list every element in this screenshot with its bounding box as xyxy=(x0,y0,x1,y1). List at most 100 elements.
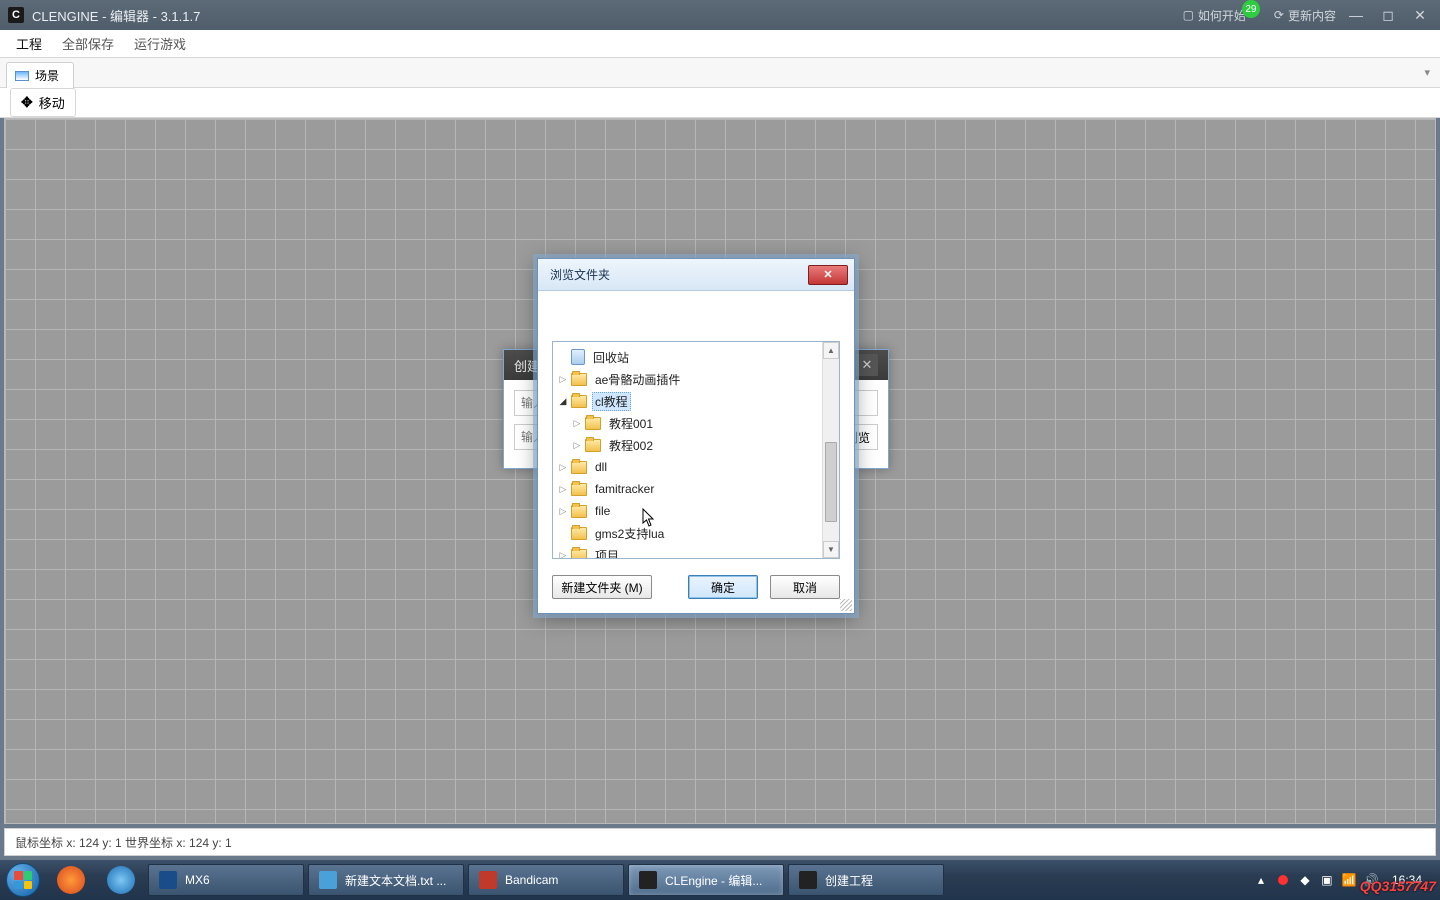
tree-item[interactable]: ▷ 项目 xyxy=(553,544,839,559)
taskbar-item[interactable]: Bandicam xyxy=(468,864,624,896)
tree-item[interactable]: ▷教程002 xyxy=(553,434,839,456)
close-button[interactable]: ✕ xyxy=(1408,7,1432,24)
taskbar-item[interactable]: MX6 xyxy=(148,864,304,896)
tab-label: 场景 xyxy=(35,67,59,84)
tree-item[interactable]: 回收站 xyxy=(553,346,839,368)
task-label: 创建工程 xyxy=(825,872,873,889)
task-icon xyxy=(799,871,817,889)
scroll-up-button[interactable]: ▲ xyxy=(823,342,839,359)
new-folder-button[interactable]: 新建文件夹 (M) xyxy=(552,575,652,599)
expand-arrow-icon[interactable]: ▷ xyxy=(557,462,569,473)
scroll-down-button[interactable]: ▼ xyxy=(823,541,839,558)
help-button[interactable]: ▢ 如何开始 29 xyxy=(1183,6,1260,24)
tray-network-icon[interactable]: 📶 xyxy=(1340,871,1358,889)
ie-icon xyxy=(107,866,135,894)
folder-tree: 回收站▷ae骨骼动画插件◢cl教程▷教程001▷教程002▷dll▷famitr… xyxy=(552,341,840,559)
task-icon xyxy=(639,871,657,889)
tray-up-icon[interactable]: ▴ xyxy=(1252,871,1270,889)
tree-item-label: gms2支持lua xyxy=(592,524,667,543)
browse-dialog-close-button[interactable]: ✕ xyxy=(808,265,848,285)
update-button[interactable]: ⟳ 更新内容 xyxy=(1274,7,1336,24)
watermark: QQ3157747 xyxy=(1360,878,1436,894)
resize-grip-icon[interactable] xyxy=(840,599,852,611)
folder-icon xyxy=(585,439,601,452)
recycle-bin-icon xyxy=(571,349,585,365)
taskbar-item[interactable]: CLEngine - 编辑... xyxy=(628,864,784,896)
create-dialog-close-button[interactable]: ✕ xyxy=(856,354,878,376)
taskbar: MX6 新建文本文档.txt ... Bandicam CLEngine - 编辑..… xyxy=(0,860,1440,900)
tree-item[interactable]: ▷ file xyxy=(553,500,839,522)
minimize-button[interactable]: — xyxy=(1344,7,1368,23)
tab-scene[interactable]: 场景 xyxy=(6,62,74,88)
cancel-button[interactable]: 取消 xyxy=(770,575,840,599)
folder-icon xyxy=(571,373,587,386)
expand-arrow-icon[interactable]: ▷ xyxy=(557,484,569,495)
tree-item-label: 回收站 xyxy=(590,348,632,367)
folder-icon xyxy=(571,461,587,474)
tree-item[interactable]: ▷ famitracker xyxy=(553,478,839,500)
tree-item[interactable]: ▷ dll xyxy=(553,456,839,478)
expand-arrow-icon[interactable]: ▷ xyxy=(557,550,569,560)
app-logo-icon: C xyxy=(8,7,24,23)
tree-item-label: cl教程 xyxy=(592,392,631,411)
task-icon xyxy=(159,871,177,889)
move-icon: ✥ xyxy=(21,94,33,111)
tree-item-label: 项目 xyxy=(592,546,622,560)
task-label: MX6 xyxy=(185,873,210,887)
status-text: 鼠标坐标 x: 124 y: 1 世界坐标 x: 124 y: 1 xyxy=(15,834,232,851)
tree-item-label: file xyxy=(592,503,613,519)
scene-icon xyxy=(15,71,29,81)
tray-record-icon[interactable] xyxy=(1274,871,1292,889)
tree-item-label: ae骨骼动画插件 xyxy=(592,370,683,389)
refresh-icon: ⟳ xyxy=(1274,8,1284,22)
expand-arrow-icon[interactable]: ▷ xyxy=(557,374,569,385)
pinned-firefox[interactable] xyxy=(46,860,96,900)
expand-arrow-icon[interactable]: ▷ xyxy=(571,418,583,429)
tree-item[interactable]: ▷ 教程001 xyxy=(553,412,839,434)
ok-button[interactable]: 确定 xyxy=(688,575,758,599)
task-label: 新建文本文档.txt ... xyxy=(345,872,446,889)
tray-icon-1[interactable]: ◆ xyxy=(1296,871,1314,889)
menu-save-all[interactable]: 全部保存 xyxy=(52,30,124,57)
expand-arrow-icon[interactable]: ▷ xyxy=(557,506,569,517)
firefox-icon xyxy=(57,866,85,894)
folder-icon xyxy=(571,505,587,518)
browse-folder-dialog: 浏览文件夹 ✕ 回收站▷ae骨骼动画插件◢cl教程▷教程001▷教程002▷dl… xyxy=(537,258,855,614)
tree-item-label: 教程001 xyxy=(606,414,656,433)
menu-project[interactable]: 工程 xyxy=(6,30,52,57)
browse-dialog-header[interactable]: 浏览文件夹 ✕ xyxy=(538,259,854,291)
folder-icon xyxy=(571,395,587,408)
taskbar-item[interactable]: 创建工程 xyxy=(788,864,944,896)
taskbar-item[interactable]: 新建文本文档.txt ... xyxy=(308,864,464,896)
tree-item[interactable]: ▷ ae骨骼动画插件 xyxy=(553,368,839,390)
menubar: 工程 全部保存 运行游戏 xyxy=(0,30,1440,58)
maximize-button[interactable]: ◻ xyxy=(1376,7,1400,24)
scroll-thumb[interactable] xyxy=(825,442,837,522)
task-label: CLEngine - 编辑... xyxy=(665,872,762,889)
start-button[interactable] xyxy=(0,860,46,900)
task-label: Bandicam xyxy=(505,873,558,887)
move-tool-button[interactable]: ✥ 移动 xyxy=(10,88,76,117)
tree-item-label: famitracker xyxy=(592,481,657,497)
tree-scrollbar[interactable]: ▲ ▼ xyxy=(822,342,839,558)
window-titlebar: C CLENGINE - 编辑器 - 3.1.1.7 ▢ 如何开始 29 ⟳ 更… xyxy=(0,0,1440,30)
notification-badge: 29 xyxy=(1242,0,1260,18)
expand-arrow-icon[interactable]: ◢ xyxy=(557,396,569,407)
folder-icon xyxy=(585,417,601,430)
window-title: CLENGINE - 编辑器 - 3.1.1.7 xyxy=(32,6,200,25)
tree-item[interactable]: ◢ cl教程 xyxy=(553,390,839,412)
browse-dialog-title: 浏览文件夹 xyxy=(550,266,610,283)
help-label: 如何开始 xyxy=(1198,7,1246,24)
tray-icon-2[interactable]: ▣ xyxy=(1318,871,1336,889)
tree-item-label: dll xyxy=(592,459,610,475)
menu-run-game[interactable]: 运行游戏 xyxy=(124,30,196,57)
expand-arrow-icon[interactable]: ▷ xyxy=(571,440,583,451)
tab-overflow-button[interactable]: ▾ xyxy=(1424,66,1430,79)
tree-item[interactable]: gms2支持lua xyxy=(553,522,839,544)
folder-icon xyxy=(571,483,587,496)
windows-logo-icon xyxy=(6,863,40,897)
toolbar: ✥ 移动 xyxy=(0,88,1440,118)
statusbar: 鼠标坐标 x: 124 y: 1 世界坐标 x: 124 y: 1 xyxy=(4,828,1436,856)
folder-icon xyxy=(571,549,587,560)
pinned-ie[interactable] xyxy=(96,860,146,900)
